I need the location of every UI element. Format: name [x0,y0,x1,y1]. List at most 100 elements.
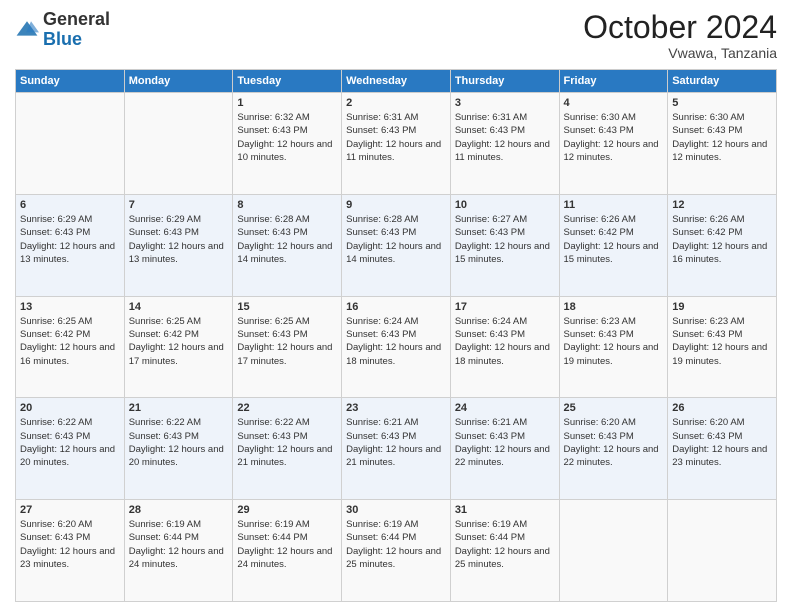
day-number: 8 [237,199,337,211]
daylight-text: Daylight: 12 hours and 16 minutes. [672,241,767,265]
sunset-text: Sunset: 6:43 PM [20,532,90,543]
sunset-text: Sunset: 6:44 PM [237,532,307,543]
day-number: 26 [672,402,772,414]
day-number: 11 [564,199,664,211]
sunrise-text: Sunrise: 6:23 AM [672,316,744,327]
calendar-cell: 8Sunrise: 6:28 AMSunset: 6:43 PMDaylight… [233,194,342,296]
day-number: 16 [346,301,446,313]
calendar-cell: 16 Sunrise: 6:24 AMSunset: 6:43 PMDayligh… [342,296,451,398]
sunset-text: Sunset: 6:43 PM [564,125,634,136]
calendar-cell [16,93,125,195]
sunrise-text: Sunrise: 6:30 AM [672,112,744,123]
cell-content: Sunrise: 6:32 AMSunset: 6:43 PMDaylight:… [237,111,337,164]
cell-content: Sunrise: 6:24 AMSunset: 6:43 PMDaylight:… [455,315,555,368]
daylight-text: Daylight: 12 hours and 20 minutes. [129,444,224,468]
day-number: 14 [129,301,229,313]
cell-content: Sunrise: 6:20 AMSunset: 6:43 PMDaylight:… [564,416,664,469]
day-number: 17 [455,301,555,313]
sunset-text: Sunset: 6:43 PM [346,125,416,136]
calendar-cell: 22Sunrise: 6:22 AMSunset: 6:43 PMDayligh… [233,398,342,500]
sunrise-text: Sunrise: 6:29 AM [129,214,201,225]
daylight-text: Daylight: 12 hours and 21 minutes. [237,444,332,468]
cell-content: Sunrise: 6:24 AMSunset: 6:43 PMDaylight:… [346,315,446,368]
calendar-cell: 4Sunrise: 6:30 AMSunset: 6:43 PMDaylight… [559,93,668,195]
calendar-cell: 20 Sunrise: 6:22 AMSunset: 6:43 PMDayligh… [16,398,125,500]
daylight-text: Daylight: 12 hours and 13 minutes. [20,241,115,265]
daylight-text: Daylight: 12 hours and 15 minutes. [564,241,659,265]
logo-text: General Blue [43,10,110,50]
daylight-text: Daylight: 12 hours and 22 minutes. [564,444,659,468]
sunrise-text: Sunrise: 6:19 AM [237,519,309,530]
sunset-text: Sunset: 6:43 PM [346,329,416,340]
sunrise-text: Sunrise: 6:30 AM [564,112,636,123]
col-header-monday: Monday [124,70,233,93]
sunset-text: Sunset: 6:43 PM [564,431,634,442]
day-number: 19 [672,301,772,313]
sunset-text: Sunset: 6:43 PM [237,329,307,340]
day-number: 24 [455,402,555,414]
day-number: 18 [564,301,664,313]
day-number: 29 [237,504,337,516]
sunrise-text: Sunrise: 6:27 AM [455,214,527,225]
cell-content: Sunrise: 6:21 AMSunset: 6:43 PMDaylight:… [455,416,555,469]
sunrise-text: Sunrise: 6:22 AM [129,417,201,428]
day-number: 10 [455,199,555,211]
week-row-2: 13 Sunrise: 6:25 AMSunset: 6:42 PMDayligh… [16,296,777,398]
sunrise-text: Sunrise: 6:29 AM [20,214,92,225]
calendar-cell: 3Sunrise: 6:31 AMSunset: 6:43 PMDaylight… [450,93,559,195]
sunrise-text: Sunrise: 6:25 AM [237,316,309,327]
day-number: 3 [455,97,555,109]
calendar-cell: 31Sunrise: 6:19 AMSunset: 6:44 PMDayligh… [450,500,559,602]
cell-content: Sunrise: 6:26 AMSunset: 6:42 PMDaylight:… [672,213,772,266]
cell-content: Sunrise: 6:25 AMSunset: 6:42 PMDaylight:… [20,315,120,368]
daylight-text: Daylight: 12 hours and 15 minutes. [455,241,550,265]
daylight-text: Daylight: 12 hours and 23 minutes. [20,546,115,570]
day-number: 20 [20,402,120,414]
sunrise-text: Sunrise: 6:32 AM [237,112,309,123]
calendar-cell: 26Sunrise: 6:20 AMSunset: 6:43 PMDayligh… [668,398,777,500]
daylight-text: Daylight: 12 hours and 17 minutes. [129,342,224,366]
cell-content: Sunrise: 6:22 AMSunset: 6:43 PMDaylight:… [20,416,120,469]
cell-content: Sunrise: 6:19 AMSunset: 6:44 PMDaylight:… [346,518,446,571]
daylight-text: Daylight: 12 hours and 17 minutes. [237,342,332,366]
sunrise-text: Sunrise: 6:21 AM [346,417,418,428]
sunset-text: Sunset: 6:43 PM [455,329,525,340]
daylight-text: Daylight: 12 hours and 19 minutes. [672,342,767,366]
sunset-text: Sunset: 6:43 PM [346,431,416,442]
sunset-text: Sunset: 6:43 PM [455,431,525,442]
day-number: 5 [672,97,772,109]
day-number: 13 [20,301,120,313]
sunrise-text: Sunrise: 6:21 AM [455,417,527,428]
sunrise-text: Sunrise: 6:19 AM [129,519,201,530]
sunrise-text: Sunrise: 6:19 AM [346,519,418,530]
title-block: October 2024 Vwawa, Tanzania [583,10,777,61]
calendar-cell: 5Sunrise: 6:30 AMSunset: 6:43 PMDaylight… [668,93,777,195]
logo-icon [15,18,39,42]
day-number: 23 [346,402,446,414]
calendar-cell: 6Sunrise: 6:29 AMSunset: 6:43 PMDaylight… [16,194,125,296]
day-number: 12 [672,199,772,211]
cell-content: Sunrise: 6:21 AMSunset: 6:43 PMDaylight:… [346,416,446,469]
week-row-1: 6Sunrise: 6:29 AMSunset: 6:43 PMDaylight… [16,194,777,296]
daylight-text: Daylight: 12 hours and 25 minutes. [455,546,550,570]
sunrise-text: Sunrise: 6:25 AM [20,316,92,327]
week-row-0: 1Sunrise: 6:32 AMSunset: 6:43 PMDaylight… [16,93,777,195]
cell-content: Sunrise: 6:22 AMSunset: 6:43 PMDaylight:… [129,416,229,469]
day-number: 6 [20,199,120,211]
daylight-text: Daylight: 12 hours and 18 minutes. [346,342,441,366]
calendar-cell: 11Sunrise: 6:26 AMSunset: 6:42 PMDayligh… [559,194,668,296]
calendar-cell [559,500,668,602]
sunrise-text: Sunrise: 6:25 AM [129,316,201,327]
sunrise-text: Sunrise: 6:20 AM [672,417,744,428]
sunset-text: Sunset: 6:43 PM [672,329,742,340]
cell-content: Sunrise: 6:19 AM Sunset: 6:44 PM Daylight:… [237,518,337,571]
daylight-text: Daylight: 12 hours and 14 minutes. [237,241,332,265]
sunset-text: Sunset: 6:42 PM [564,227,634,238]
daylight-text: Daylight: 12 hours and 23 minutes. [672,444,767,468]
calendar-cell: 29 Sunrise: 6:19 AM Sunset: 6:44 PM Dayligh… [233,500,342,602]
day-number: 7 [129,199,229,211]
sunrise-text: Sunrise: 6:28 AM [237,214,309,225]
daylight-text: Daylight: 12 hours and 24 minutes. [237,546,332,570]
day-number: 22 [237,402,337,414]
calendar-cell: 13 Sunrise: 6:25 AMSunset: 6:42 PMDayligh… [16,296,125,398]
